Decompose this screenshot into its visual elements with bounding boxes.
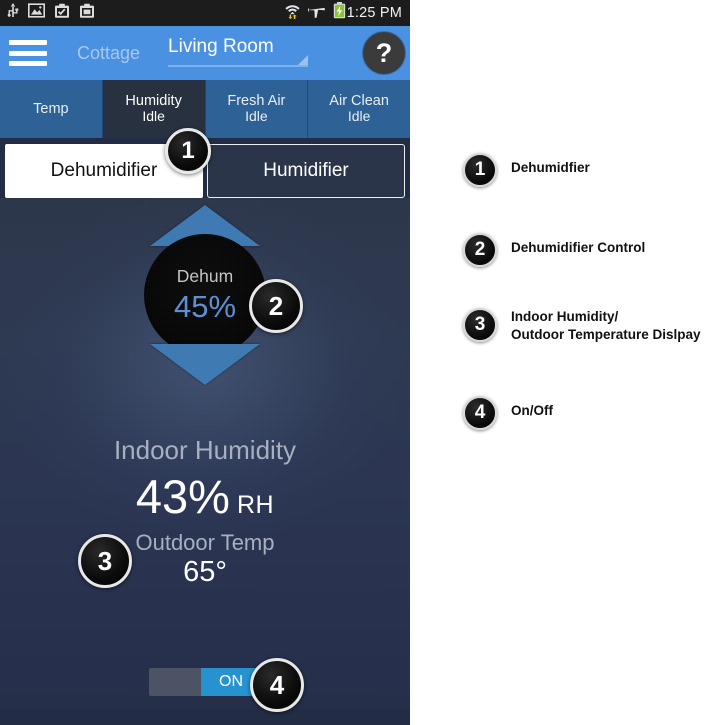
dial-setpoint-value: 45% xyxy=(173,288,237,324)
main-content-area: Dehum 45% Indoor Humidity 43% RH Outdoor … xyxy=(0,198,410,709)
tab-air-clean-status: Idle xyxy=(347,108,371,125)
dehum-setpoint-dial[interactable]: Dehum 45% xyxy=(144,234,266,356)
decrease-arrow-icon[interactable] xyxy=(150,344,260,385)
legend-item-3: 3 Indoor Humidity/ Outdoor Temperature D… xyxy=(463,308,701,344)
legend-badge-2: 2 xyxy=(463,233,497,267)
hamburger-menu-icon[interactable] xyxy=(9,40,47,66)
legend-badge-4: 4 xyxy=(463,396,497,430)
toggle-track-off xyxy=(149,668,201,696)
legend-label-4: On/Off xyxy=(511,403,553,418)
tab-temp-label: Temp xyxy=(33,100,69,117)
status-bar-right-icons xyxy=(284,2,346,24)
help-button[interactable]: ? xyxy=(363,32,405,74)
indoor-humidity-value: 43% xyxy=(135,469,230,523)
android-status-bar: 1:25 PM xyxy=(0,0,410,26)
image-icon xyxy=(28,3,45,23)
callout-badge-4: 4 xyxy=(250,658,304,712)
zone-underline xyxy=(168,65,309,67)
function-tab-bar: Temp Humidity Idle Fresh Air Idle Air Cl… xyxy=(0,80,410,138)
sensor-readouts: Indoor Humidity 43% RH Outdoor Temp 65° xyxy=(0,436,410,589)
phone-app-panel: 1:25 PM Cottage Living Room ? Temp Humid… xyxy=(0,0,410,725)
screenshot-root: 1:25 PM Cottage Living Room ? Temp Humid… xyxy=(0,0,725,725)
callout-badge-1: 1 xyxy=(165,128,211,174)
outdoor-temp-label: Outdoor Temp xyxy=(135,530,275,556)
callout-badge-2: 2 xyxy=(249,279,303,333)
screenshot-capture-icon xyxy=(54,3,70,24)
legend-label-2: Dehumidifier Control xyxy=(511,240,646,255)
airplane-mode-icon xyxy=(307,3,326,24)
outdoor-temp-value: 65° xyxy=(183,556,227,589)
dial-label: Dehum xyxy=(176,266,234,287)
legend-label-1: Dehumidfier xyxy=(511,160,590,175)
indoor-humidity-value-row: 43% RH xyxy=(0,469,410,524)
callout-legend: 1 Dehumidfier 2 Dehumidifier Control 3 I… xyxy=(440,0,725,725)
dropdown-caret-icon xyxy=(298,55,309,65)
battery-charging-icon xyxy=(333,2,346,24)
zone-selector-dropdown[interactable]: Living Room xyxy=(168,34,309,72)
site-name-label: Cottage xyxy=(77,42,141,63)
tab-air-clean-label: Air Clean xyxy=(329,93,389,110)
status-bar-left-icons xyxy=(7,2,95,24)
tab-fresh-air-label: Fresh Air xyxy=(227,93,286,110)
zone-name-label: Living Room xyxy=(168,36,274,57)
tab-humidity-status: Idle xyxy=(142,108,165,125)
indoor-humidity-unit: RH xyxy=(236,490,275,519)
tab-fresh-air-status: Idle xyxy=(245,108,268,125)
legend-item-2: 2 Dehumidifier Control xyxy=(463,233,645,267)
tab-air-clean[interactable]: Air Clean Idle xyxy=(308,80,410,138)
power-toggle-switch[interactable]: ON xyxy=(149,668,261,696)
status-bar-clock: 1:25 PM xyxy=(346,5,402,21)
legend-badge-3: 3 xyxy=(463,308,497,342)
legend-label-3: Indoor Humidity/ Outdoor Temperature Dis… xyxy=(511,309,701,343)
tab-fresh-air[interactable]: Fresh Air Idle xyxy=(205,80,309,138)
usb-icon xyxy=(7,2,19,24)
legend-item-4: 4 On/Off xyxy=(463,396,553,430)
app-header-bar: Cottage Living Room ? xyxy=(0,26,410,80)
legend-item-1: 1 Dehumidfier xyxy=(463,153,590,187)
humidifier-mode-button[interactable]: Humidifier xyxy=(207,144,405,198)
screenshot-gallery-icon xyxy=(79,3,95,24)
power-toggle-row: ON xyxy=(0,668,410,696)
tab-temp[interactable]: Temp xyxy=(0,80,103,138)
callout-badge-3: 3 xyxy=(78,534,132,588)
wifi-transfer-icon xyxy=(284,3,301,24)
legend-badge-1: 1 xyxy=(463,153,497,187)
tab-humidity-label: Humidity xyxy=(125,93,182,110)
indoor-humidity-label: Indoor Humidity xyxy=(113,435,297,465)
